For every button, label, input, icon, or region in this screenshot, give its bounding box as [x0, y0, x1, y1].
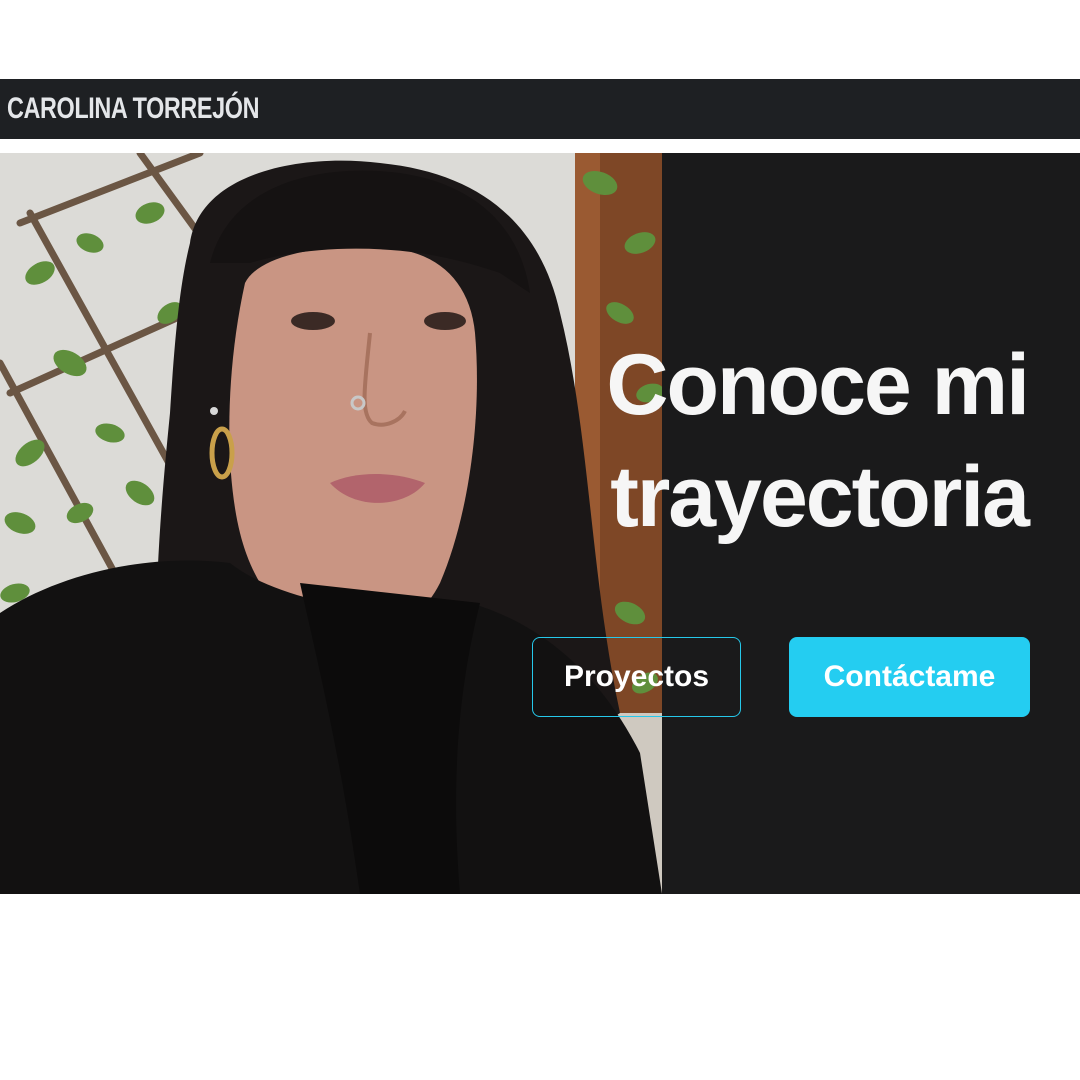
- brand-logo-text[interactable]: CAROLINA TORREJÓN: [7, 92, 259, 126]
- headline-line-2: trayectoria: [610, 449, 1030, 545]
- profile-photo: [0, 153, 662, 894]
- navbar: CAROLINA TORREJÓN: [0, 79, 1080, 139]
- hero-headline: Conoce mi trayectoria: [606, 329, 1030, 553]
- hero-section: Conoce mi trayectoria Proyectos Contácta…: [0, 153, 1080, 894]
- projects-button[interactable]: Proyectos: [532, 637, 741, 717]
- contact-button[interactable]: Contáctame: [789, 637, 1030, 717]
- headline-line-1: Conoce mi: [606, 337, 1030, 433]
